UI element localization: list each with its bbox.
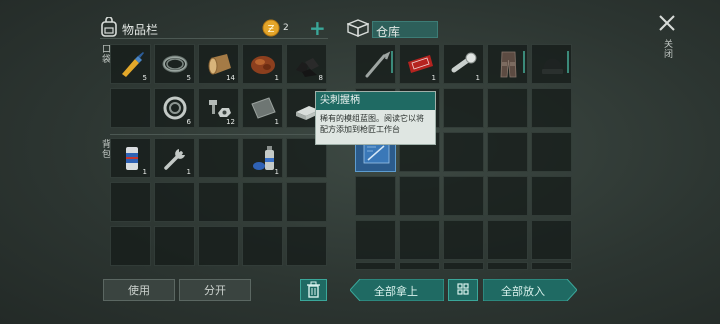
storage-slot[interactable] — [531, 132, 572, 172]
item-count: 1 — [274, 168, 279, 176]
backpack-slot[interactable] — [198, 226, 239, 266]
storage-slot[interactable] — [399, 176, 440, 216]
storage-title-box: 仓库 — [372, 21, 438, 39]
storage-slot[interactable] — [487, 132, 528, 172]
use-button[interactable]: 使用 — [103, 279, 175, 301]
item-count: 1 — [274, 118, 279, 126]
durability-bar — [523, 51, 525, 73]
item-count: 5 — [186, 74, 191, 82]
storage-slot[interactable] — [531, 176, 572, 216]
inventory-title: 物品栏 — [122, 23, 159, 37]
backpack-slot[interactable] — [286, 226, 327, 266]
item-count: 1 — [431, 74, 436, 82]
item-count: 6 — [186, 118, 191, 126]
pocket-slot-glue[interactable]: 5 — [110, 44, 151, 84]
pocket-slot-bolts[interactable]: 12 — [198, 88, 239, 128]
storage-slot[interactable] — [355, 262, 396, 270]
split-button[interactable]: 分开 — [179, 279, 251, 301]
durability-bar — [391, 51, 393, 73]
pocket-slot-metal-plate[interactable]: 1 — [242, 88, 283, 128]
storage-slot[interactable] — [487, 176, 528, 216]
trash-button[interactable] — [300, 279, 327, 301]
backpack-slot[interactable] — [110, 182, 151, 222]
pocket-slot-empty[interactable] — [110, 88, 151, 128]
storage-slot[interactable] — [355, 176, 396, 216]
durability-bar — [567, 51, 569, 73]
header-divider — [100, 38, 328, 39]
storage-box-icon — [346, 19, 370, 38]
backpack-icon — [100, 16, 118, 37]
close-button[interactable]: 关闭 — [655, 13, 679, 69]
backpack-slot[interactable] — [198, 182, 239, 222]
storage-slot[interactable] — [443, 176, 484, 216]
backpack-slot[interactable] — [286, 182, 327, 222]
backpack-slot[interactable] — [242, 226, 283, 266]
storage-slot[interactable] — [531, 262, 572, 270]
item-count: 1 — [186, 168, 191, 176]
pocket-slot-meat[interactable]: 1 — [242, 44, 283, 84]
beanie-hat-icon — [542, 58, 563, 74]
backpack-slot-empty[interactable] — [198, 138, 239, 178]
take-all-button[interactable]: 全部拿上 — [350, 279, 444, 301]
storage-title: 仓库 — [376, 25, 401, 39]
item-count: 12 — [226, 118, 235, 126]
storage-slot-crowbar[interactable] — [355, 44, 396, 84]
storage-slot-coupon[interactable]: 1 — [399, 44, 440, 84]
storage-slot[interactable] — [443, 262, 484, 270]
backpack-slot-spray[interactable]: 1 — [242, 138, 283, 178]
backpack-slot[interactable] — [242, 182, 283, 222]
storage-slot[interactable] — [531, 220, 572, 260]
pocket-slot-log[interactable]: 14 — [198, 44, 239, 84]
put-all-label: 全部放入 — [501, 285, 545, 298]
storage-slot[interactable] — [399, 262, 440, 270]
item-count: 1 — [142, 168, 147, 176]
item-count: 1 — [475, 74, 480, 82]
storage-slot-beanie[interactable] — [531, 44, 572, 84]
add-currency-button[interactable]: + — [309, 16, 326, 40]
storage-slot-flashlight[interactable]: 1 — [443, 44, 484, 84]
backpack-slot[interactable] — [154, 226, 195, 266]
close-label: 关闭 — [662, 39, 672, 59]
sort-grid-button[interactable] — [448, 279, 478, 301]
backpack-slot-can[interactable]: 1 — [110, 138, 151, 178]
backpack-slot[interactable] — [154, 182, 195, 222]
storage-slot[interactable] — [443, 132, 484, 172]
section-divider — [110, 134, 328, 135]
item-count: 8 — [318, 74, 323, 82]
pocket-slot-coal[interactable]: 8 — [286, 44, 327, 84]
backpack-slot[interactable] — [110, 226, 151, 266]
storage-slot[interactable] — [443, 88, 484, 128]
coin-icon: Ƶ — [262, 19, 280, 37]
backpack-slot-wrench[interactable]: 1 — [154, 138, 195, 178]
close-icon — [659, 15, 675, 31]
item-count: 14 — [226, 74, 235, 82]
item-tooltip: 尖刺握柄 稀有的模组蓝图。阅读它以将配方添加到枪匠工作台 — [315, 91, 436, 145]
item-count: 5 — [142, 74, 147, 82]
storage-slot[interactable] — [487, 262, 528, 270]
tooltip-description: 稀有的模组蓝图。阅读它以将配方添加到枪匠工作台 — [320, 114, 424, 134]
grid-icon — [457, 283, 469, 295]
pocket-slot-wire[interactable]: 5 — [154, 44, 195, 84]
storage-slot[interactable] — [487, 220, 528, 260]
pocket-slot-bearing[interactable]: 6 — [154, 88, 195, 128]
storage-slot[interactable] — [443, 220, 484, 260]
storage-slot[interactable] — [531, 88, 572, 128]
tooltip-title: 尖刺握柄 — [316, 92, 435, 110]
armored-pants-icon — [500, 51, 517, 78]
take-all-label: 全部拿上 — [374, 285, 418, 298]
currency-amount: 2 — [283, 23, 289, 33]
svg-text:Ƶ: Ƶ — [268, 24, 275, 35]
put-all-button[interactable]: 全部放入 — [483, 279, 577, 301]
storage-slot[interactable] — [399, 220, 440, 260]
item-count: 1 — [274, 74, 279, 82]
storage-slot[interactable] — [487, 88, 528, 128]
crowbar-icon — [365, 51, 391, 78]
storage-slot[interactable] — [355, 220, 396, 260]
trash-icon — [307, 281, 320, 298]
storage-slot-pants[interactable] — [487, 44, 528, 84]
